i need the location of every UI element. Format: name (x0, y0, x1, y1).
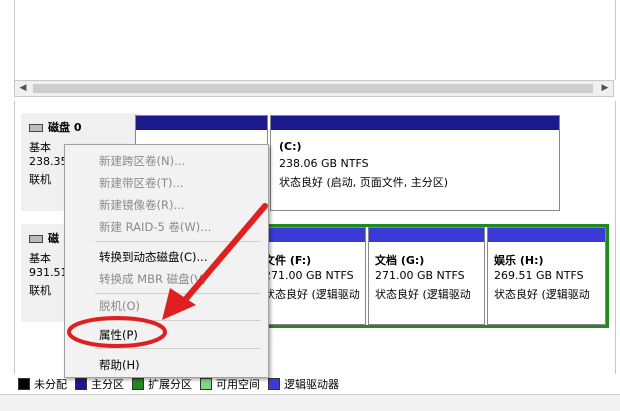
legend-swatch (200, 378, 212, 390)
disk-1-title: 磁 (29, 230, 59, 246)
menu-item-new-spanned-volume[interactable]: 新建跨区卷(N)... (99, 153, 185, 169)
volume-c[interactable]: (C:) 238.06 GB NTFS 状态良好 (启动, 页面文件, 主分区) (270, 115, 560, 211)
primary-partition-bar (136, 116, 267, 130)
menu-item-properties[interactable]: 属性(P) (99, 327, 138, 343)
menu-item-new-mirrored-volume[interactable]: 新建镜像卷(R)... (99, 197, 184, 213)
menu-item-help[interactable]: 帮助(H) (99, 357, 140, 373)
volume-c-status: 状态良好 (启动, 页面文件, 主分区) (279, 176, 449, 189)
volume-g[interactable]: 文档 (G:) 271.00 GB NTFS 状态良好 (逻辑驱动 (368, 227, 485, 325)
volume-g-size: 271.00 GB NTFS (375, 269, 465, 282)
volume-list-pane[interactable] (14, 0, 616, 80)
disk-icon (29, 124, 43, 132)
legend-primary: 主分区 (75, 376, 124, 392)
menu-item-new-raid5-volume[interactable]: 新建 RAID-5 卷(W)... (99, 219, 211, 235)
disk-0-size: 238.35 (29, 155, 68, 168)
menu-item-convert-dynamic[interactable]: 转换到动态磁盘(C)... (99, 249, 207, 265)
horizontal-scrollbar[interactable]: ◀ ▶ (14, 80, 614, 97)
status-strip (0, 394, 620, 411)
legend-logical-drive: 逻辑驱动器 (268, 376, 339, 392)
disk-0-status: 联机 (29, 173, 51, 186)
volume-h-status: 状态良好 (逻辑驱动 (494, 288, 590, 301)
volume-g-label: 文档 (G:) (375, 254, 425, 267)
disk-0-name: 磁盘 0 (48, 121, 82, 134)
disk-0-title: 磁盘 0 (29, 119, 81, 135)
menu-item-new-striped-volume[interactable]: 新建带区卷(T)... (99, 175, 183, 191)
logical-drive-bar (488, 228, 605, 242)
disk-1-name: 磁 (48, 232, 59, 245)
volume-c-label: (C:) (279, 140, 302, 153)
volume-h-label: 娱乐 (H:) (494, 254, 544, 267)
menu-item-offline[interactable]: 脱机(O) (99, 298, 140, 314)
menu-separator (95, 320, 261, 321)
disk-1-status: 联机 (29, 284, 51, 297)
scroll-left-icon[interactable]: ◀ (17, 83, 29, 93)
primary-partition-bar (271, 116, 559, 130)
legend-extended: 扩展分区 (132, 376, 192, 392)
legend-label: 主分区 (91, 378, 124, 391)
legend-label: 可用空间 (216, 378, 260, 391)
legend: 未分配 主分区 扩展分区 可用空间 逻辑驱动器 (18, 376, 347, 392)
volume-h[interactable]: 娱乐 (H:) 269.51 GB NTFS 状态良好 (逻辑驱动 (487, 227, 606, 325)
legend-swatch (132, 378, 144, 390)
volume-f-size: 271.00 GB NTFS (264, 269, 354, 282)
disk-1-type: 基本 (29, 252, 51, 265)
volume-c-size: 238.06 GB NTFS (279, 157, 369, 170)
legend-label: 逻辑驱动器 (284, 378, 339, 391)
legend-label: 扩展分区 (148, 378, 192, 391)
menu-item-convert-mbr[interactable]: 转换成 MBR 磁盘(V) (99, 271, 206, 287)
menu-separator (95, 241, 261, 242)
disk-0-type: 基本 (29, 141, 51, 154)
volume-g-status: 状态良好 (逻辑驱动 (375, 288, 471, 301)
legend-unallocated: 未分配 (18, 376, 67, 392)
scrollbar-thumb[interactable] (33, 84, 593, 93)
logical-drive-bar (369, 228, 484, 242)
disk-1-size: 931.51 (29, 266, 68, 279)
legend-swatch (268, 378, 280, 390)
menu-separator (95, 348, 261, 349)
disk-context-menu: 新建跨区卷(N)... 新建带区卷(T)... 新建镜像卷(R)... 新建 R… (64, 144, 269, 378)
volume-f-label: 文件 (F:) (264, 254, 312, 267)
legend-free-space: 可用空间 (200, 376, 260, 392)
volume-h-size: 269.51 GB NTFS (494, 269, 584, 282)
disk-icon (29, 235, 43, 243)
menu-separator (95, 293, 261, 294)
volume-f-status: 状态良好 (逻辑驱动 (264, 288, 360, 301)
legend-swatch (75, 378, 87, 390)
legend-label: 未分配 (34, 378, 67, 391)
scroll-right-icon[interactable]: ▶ (599, 83, 611, 93)
legend-swatch (18, 378, 30, 390)
